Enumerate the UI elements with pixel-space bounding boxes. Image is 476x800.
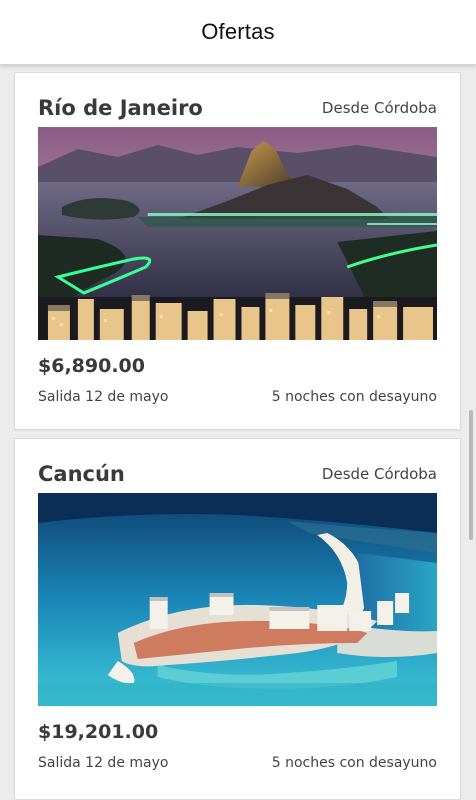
app-screen: Ofertas Río de Janeiro Desde Córdoba $6,… <box>0 0 476 800</box>
rio-photo-illustration <box>38 127 437 340</box>
page-title: Ofertas <box>201 19 275 44</box>
offer-card-rio[interactable]: Río de Janeiro Desde Córdoba $6,890.00 S… <box>14 72 461 430</box>
top-bar: Ofertas <box>0 0 476 65</box>
offer-card-header: Río de Janeiro Desde Córdoba <box>38 91 437 125</box>
offer-price: $19,201.00 <box>38 721 159 743</box>
cancun-photo[interactable] <box>38 493 437 706</box>
cancun-photo-illustration <box>38 493 437 706</box>
offer-destination: Río de Janeiro <box>38 96 203 120</box>
offer-card-cancun[interactable]: Cancún Desde Córdoba $19,201.00 Salida 1… <box>14 438 461 800</box>
offer-meta: Salida 12 de mayo 5 noches con desayuno <box>38 389 437 405</box>
offer-origin: Desde Córdoba <box>321 465 437 483</box>
offer-package: 5 noches con desayuno <box>271 755 437 771</box>
offer-meta: Salida 12 de mayo 5 noches con desayuno <box>38 755 437 771</box>
offers-list[interactable]: Río de Janeiro Desde Córdoba $6,890.00 S… <box>0 64 476 800</box>
scrollbar[interactable] <box>469 410 473 540</box>
offer-departure: Salida 12 de mayo <box>38 389 169 405</box>
offer-origin: Desde Córdoba <box>321 99 437 117</box>
rio-de-janeiro-photo[interactable] <box>38 127 437 340</box>
offer-package: 5 noches con desayuno <box>271 389 437 405</box>
offer-price: $6,890.00 <box>38 355 145 377</box>
offer-card-header: Cancún Desde Córdoba <box>38 457 437 491</box>
offer-destination: Cancún <box>38 462 125 486</box>
offer-departure: Salida 12 de mayo <box>38 755 169 771</box>
